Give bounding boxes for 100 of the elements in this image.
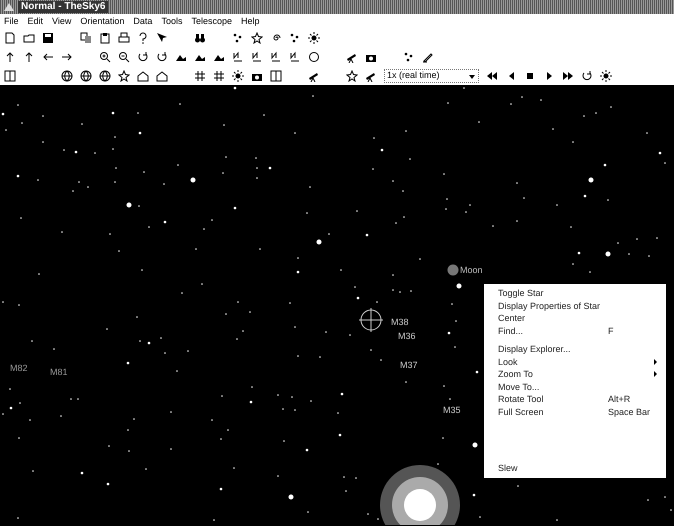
arrow-icon[interactable] — [42, 50, 54, 62]
star-dot — [80, 472, 84, 474]
object-label: M36 — [398, 331, 416, 341]
star-dot — [126, 362, 130, 364]
pencil-icon[interactable] — [422, 50, 434, 62]
grid-icon[interactable] — [194, 70, 206, 82]
star-dot — [658, 152, 662, 154]
arrow-icon[interactable] — [4, 50, 16, 62]
menu-item[interactable]: File — [4, 15, 19, 27]
menu-item[interactable]: Data — [133, 15, 152, 27]
sky-chart[interactable]: Moon M38 M36 M37 M35 M82 M81 Toggle Star Display Properties of Star Center Find... F Display Explorer... Look Zoom To Move To... Rotate Tool Alt+R Full Screen Space Bar Slew — [0, 85, 674, 526]
zoom-out-icon[interactable] — [118, 50, 130, 62]
circle-icon[interactable] — [308, 50, 320, 62]
zoom-in-icon[interactable] — [99, 50, 111, 62]
star-dot — [448, 332, 450, 334]
clipboard-icon[interactable] — [99, 32, 111, 44]
star-icon[interactable] — [251, 32, 263, 44]
context-menu-item[interactable]: Full Screen Space Bar — [484, 406, 666, 418]
menu-item[interactable]: Help — [240, 15, 260, 27]
star-dot — [74, 150, 78, 154]
menu-item[interactable]: Edit — [28, 15, 44, 27]
moon-icon[interactable] — [447, 264, 459, 276]
dots-icon[interactable] — [403, 50, 415, 62]
context-menu-item[interactable]: Display Explorer... — [484, 343, 666, 356]
star-icon[interactable] — [346, 70, 358, 82]
dots-icon[interactable] — [232, 32, 244, 44]
context-menu-item[interactable]: Slew — [484, 462, 666, 474]
star-dot — [380, 148, 384, 152]
fast-forward-icon[interactable] — [562, 70, 574, 82]
arrow-icon[interactable] — [61, 50, 73, 62]
star-dot — [356, 296, 360, 300]
compass-letter-icon[interactable] — [251, 50, 263, 62]
star-dot — [588, 178, 594, 182]
submenu-arrow-icon[interactable] — [652, 368, 658, 380]
save-icon[interactable] — [42, 32, 54, 44]
menu-item[interactable]: View — [52, 15, 72, 27]
help-pointer-icon[interactable] — [156, 32, 168, 44]
printer-icon[interactable] — [118, 32, 130, 44]
star-dot — [472, 494, 476, 496]
crosshair-icon — [358, 308, 384, 332]
folder-icon[interactable] — [23, 32, 35, 44]
star-dot — [16, 174, 20, 178]
house-icon[interactable] — [137, 70, 149, 82]
context-menu-item[interactable]: Display Properties of Star — [484, 300, 666, 312]
object-label: M81 — [50, 367, 68, 377]
context-menu-item[interactable]: Move To... — [484, 380, 666, 393]
globe-icon[interactable] — [61, 70, 73, 82]
star-dot — [268, 166, 272, 170]
binoculars-icon[interactable] — [194, 32, 206, 44]
star-dot — [148, 342, 150, 344]
dots-icon[interactable] — [289, 32, 301, 44]
grid-icon[interactable] — [213, 70, 225, 82]
star-dot — [472, 442, 478, 448]
rotate-icon[interactable] — [581, 70, 593, 82]
moon-label: Moon — [460, 265, 483, 275]
house-icon[interactable] — [156, 70, 168, 82]
sun-icon[interactable] — [232, 70, 244, 82]
sun-icon[interactable] — [308, 32, 320, 44]
globe-icon[interactable] — [99, 70, 111, 82]
menu-item[interactable]: Orientation — [80, 15, 124, 27]
star-dot — [306, 448, 308, 452]
star-dot — [2, 112, 4, 116]
star-dot — [584, 194, 586, 198]
star-dot — [316, 240, 322, 244]
panel-icon[interactable] — [270, 70, 282, 82]
star-dot — [164, 220, 166, 224]
star-icon[interactable] — [118, 70, 130, 82]
question-mark-icon[interactable] — [137, 32, 149, 44]
rotate-icon[interactable] — [156, 50, 168, 62]
star-dot — [340, 392, 344, 396]
star-dot — [106, 482, 110, 486]
star-dot — [456, 284, 462, 288]
time-step-dropdown[interactable]: 1x (real time) — [384, 68, 479, 82]
rewind-icon[interactable] — [486, 70, 498, 82]
star-dot — [234, 86, 236, 90]
rotate-icon[interactable] — [137, 50, 149, 62]
panel-icon[interactable] — [4, 70, 16, 82]
star-dot — [366, 234, 368, 236]
context-menu-item[interactable]: Find... F — [484, 324, 666, 337]
compass-letter-icon[interactable] — [289, 50, 301, 62]
context-menu-item[interactable]: Center — [484, 312, 666, 324]
star-dot — [138, 132, 142, 134]
sun-icon[interactable] — [600, 70, 612, 82]
context-menu-item[interactable]: Rotate Tool Alt+R — [484, 393, 666, 406]
menu-item[interactable]: Telescope — [191, 15, 232, 27]
compass-letter-icon[interactable] — [232, 50, 244, 62]
arrow-icon[interactable] — [23, 50, 35, 62]
compass-letter-icon[interactable] — [270, 50, 282, 62]
star-dot — [112, 112, 114, 114]
copy-icon[interactable] — [80, 32, 92, 44]
context-menu-item[interactable]: Zoom To — [484, 368, 666, 380]
document-icon[interactable] — [4, 32, 16, 44]
globe-icon[interactable] — [80, 70, 92, 82]
menu-item[interactable]: Tools — [161, 15, 182, 27]
context-menu-item[interactable]: Toggle Star — [484, 287, 666, 300]
star-dot — [288, 494, 294, 500]
app-icon[interactable] — [3, 1, 15, 13]
context-menu-item[interactable]: Look — [484, 356, 666, 368]
star-dot — [338, 434, 342, 436]
object-label: M35 — [443, 405, 461, 415]
